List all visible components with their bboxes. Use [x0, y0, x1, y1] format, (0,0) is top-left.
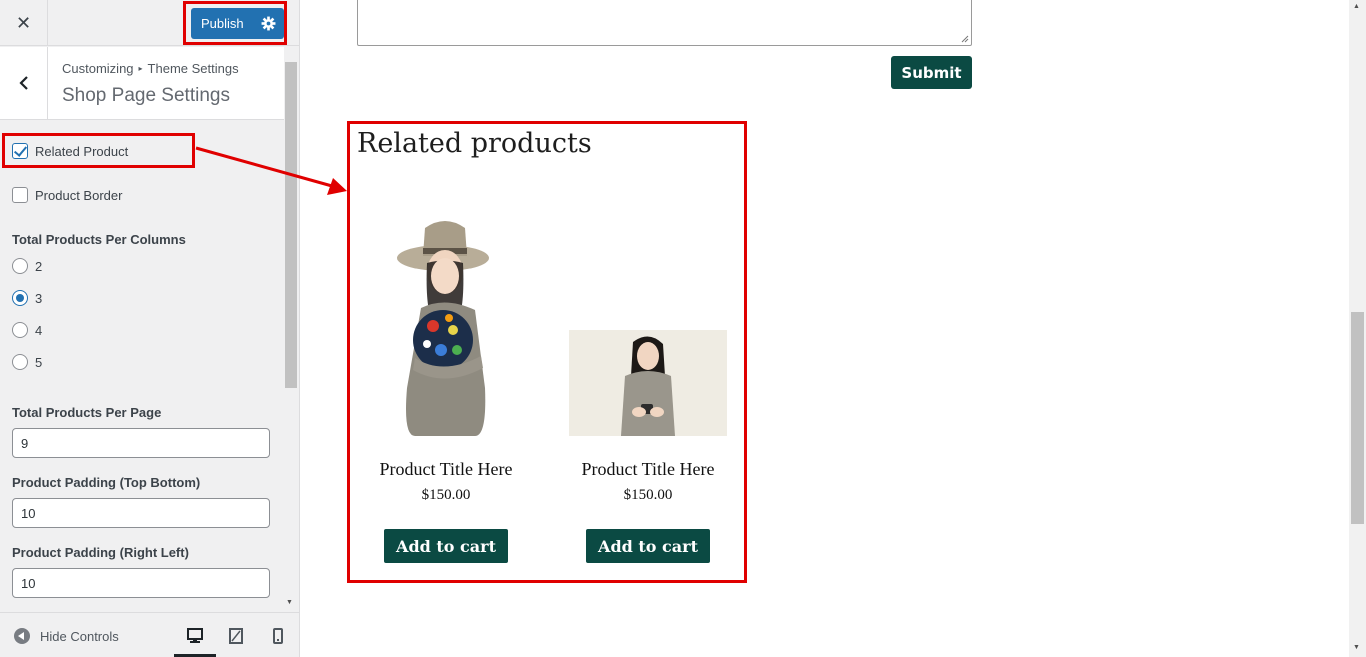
per-page-input[interactable]: [12, 428, 270, 458]
submit-button[interactable]: Submit: [891, 56, 972, 89]
annotation-arrow-icon: [195, 146, 347, 195]
related-products-highlight-box: [347, 121, 747, 583]
related-product-highlight-box: [2, 133, 195, 168]
customizer-sidebar: ✕ Customizing ▸ Theme Settings Shop Page S…: [0, 0, 300, 657]
section-header: Customizing ▸ Theme Settings Shop Page Set…: [0, 47, 284, 120]
breadcrumb: Customizing ▸ Theme Settings: [62, 61, 239, 76]
close-icon: ✕: [15, 12, 32, 33]
preview-scrollbar-thumb[interactable]: [1351, 312, 1364, 524]
product-border-checkbox[interactable]: [12, 187, 28, 203]
columns-radio-5[interactable]: [12, 354, 28, 370]
columns-radio-2[interactable]: [12, 258, 28, 274]
columns-radio-3[interactable]: [12, 290, 28, 306]
padding-right-left-input[interactable]: [12, 568, 270, 598]
desktop-icon: [187, 628, 203, 643]
scroll-up-arrow-icon[interactable]: ▲: [1353, 3, 1360, 10]
mobile-icon: [273, 628, 283, 644]
publish-highlight-box: [183, 1, 287, 45]
scroll-down-arrow-icon[interactable]: ▼: [1353, 644, 1360, 651]
preview-tablet-button[interactable]: [223, 623, 249, 649]
breadcrumb-root: Customizing: [62, 61, 134, 76]
breadcrumb-separator-icon: ▸: [138, 64, 143, 73]
close-customizer-button[interactable]: ✕: [0, 0, 48, 46]
scroll-down-arrow-icon[interactable]: ▼: [286, 599, 293, 606]
padding-right-left-title: Product Padding (Right Left): [12, 545, 189, 560]
columns-radio-label-5: 5: [35, 355, 43, 370]
panel-scrollbar-thumb[interactable]: [285, 62, 297, 388]
review-textarea[interactable]: [357, 0, 972, 46]
columns-radio-4[interactable]: [12, 322, 28, 338]
product-border-label: Product Border: [35, 188, 123, 203]
columns-radio-label-4: 4: [35, 323, 43, 338]
padding-top-bottom-input[interactable]: [12, 498, 270, 528]
preview-mobile-button[interactable]: [265, 623, 291, 649]
section-title: Shop Page Settings: [62, 85, 230, 106]
hide-controls-button[interactable]: Hide Controls: [40, 629, 119, 644]
per-page-title: Total Products Per Page: [12, 405, 162, 420]
back-button[interactable]: [0, 47, 48, 119]
resize-grip-icon[interactable]: [961, 35, 969, 43]
breadcrumb-parent: Theme Settings: [147, 61, 239, 76]
columns-radio-label-2: 2: [35, 259, 43, 274]
tablet-icon: [229, 628, 243, 644]
preview-desktop-button[interactable]: [182, 623, 208, 649]
columns-radio-label-3: 3: [35, 291, 43, 306]
columns-group-title: Total Products Per Columns: [12, 232, 186, 247]
hide-controls-icon[interactable]: [14, 628, 30, 644]
padding-top-bottom-title: Product Padding (Top Bottom): [12, 475, 201, 490]
customizer-footer: Hide Controls: [0, 612, 299, 657]
chevron-left-icon: [18, 76, 28, 90]
